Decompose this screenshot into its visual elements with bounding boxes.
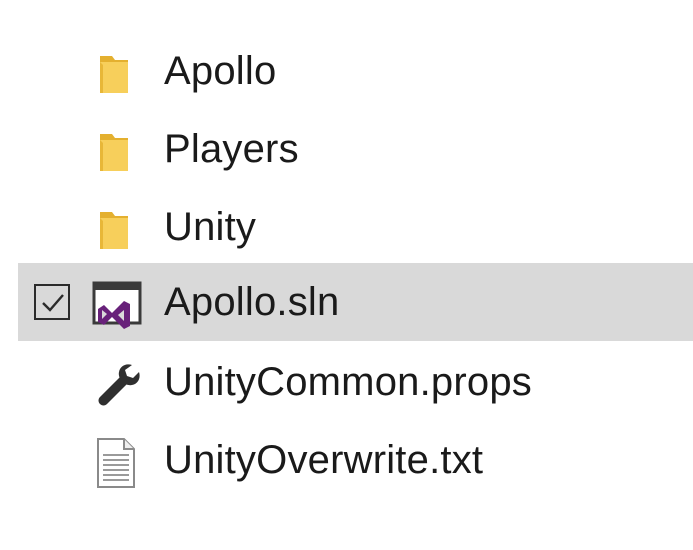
file-item-unitycommon-props[interactable]: UnityCommon.props: [18, 343, 693, 421]
file-name: UnityCommon.props: [164, 360, 532, 404]
file-item-apollo[interactable]: Apollo: [18, 32, 693, 110]
folder-icon: [92, 202, 146, 256]
file-item-apollo-sln[interactable]: Apollo.sln: [18, 263, 693, 341]
file-list: Apollo Players Unity Apollo.sln UnityCom…: [0, 0, 693, 550]
item-checkbox[interactable]: [34, 284, 70, 320]
file-name: Players: [164, 127, 299, 171]
file-item-players[interactable]: Players: [18, 110, 693, 188]
file-name: Apollo: [164, 49, 277, 93]
file-item-unityoverwrite-txt[interactable]: UnityOverwrite.txt: [18, 421, 693, 499]
wrench-icon: [92, 357, 146, 411]
folder-icon: [92, 46, 146, 100]
file-item-unity[interactable]: Unity: [18, 188, 693, 266]
file-name: Apollo.sln: [164, 280, 340, 324]
text-document-icon: [92, 435, 146, 489]
file-name: UnityOverwrite.txt: [164, 438, 484, 482]
visual-studio-solution-icon: [92, 277, 146, 331]
folder-icon: [92, 124, 146, 178]
file-name: Unity: [164, 205, 257, 249]
